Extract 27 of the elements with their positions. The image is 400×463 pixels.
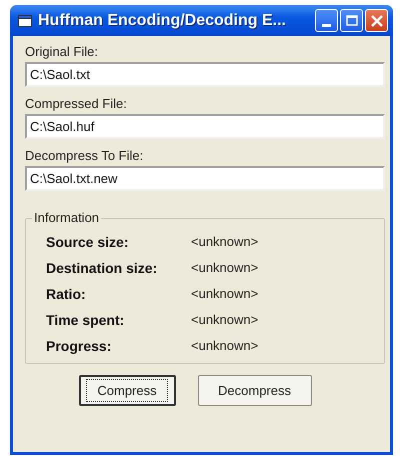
info-value: <unknown> <box>191 234 258 249</box>
info-value: <unknown> <box>191 338 258 353</box>
info-value: <unknown> <box>191 260 258 275</box>
input-field[interactable]: C:\Saol.huf <box>25 114 385 139</box>
info-value: <unknown> <box>191 286 258 301</box>
field-label: Original File: <box>25 44 98 59</box>
decompress-button[interactable]: Decompress <box>198 375 312 406</box>
close-icon <box>370 14 382 26</box>
input-field[interactable]: C:\Saol.txt <box>25 62 385 87</box>
info-label: Time spent: <box>46 312 126 328</box>
field-label: Compressed File: <box>25 96 127 111</box>
group-title: Information <box>32 210 102 225</box>
info-label: Source size: <box>46 234 130 250</box>
minimize-button[interactable] <box>315 9 338 32</box>
minimize-icon <box>322 24 331 26</box>
maximize-icon <box>346 15 358 26</box>
compress-button[interactable]: Compress <box>78 375 176 406</box>
field-label: Decompress To File: <box>25 148 144 163</box>
close-button[interactable] <box>365 9 388 32</box>
info-label: Ratio: <box>46 286 87 302</box>
window-icon <box>18 14 32 26</box>
maximize-button[interactable] <box>340 9 363 32</box>
info-label: Progress: <box>46 338 112 354</box>
info-value: <unknown> <box>191 312 258 327</box>
info-label: Destination size: <box>46 260 158 276</box>
window-title: Huffman Encoding/Decoding E... <box>38 12 287 30</box>
input-field[interactable]: C:\Saol.txt.new <box>25 166 385 191</box>
